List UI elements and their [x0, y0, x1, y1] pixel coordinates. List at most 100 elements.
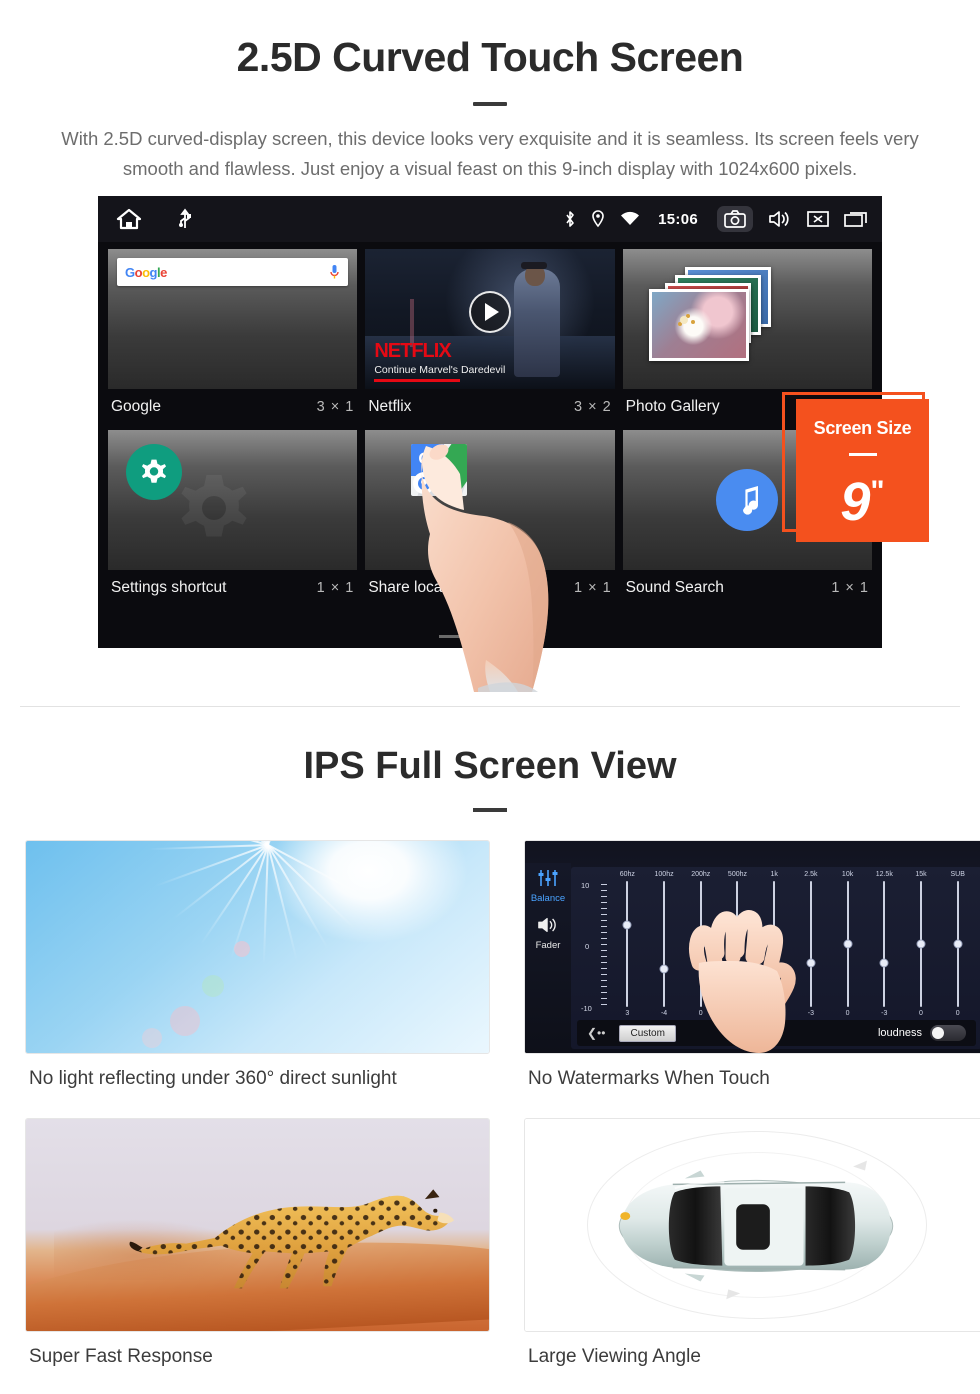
eq-band-knob[interactable]	[953, 939, 963, 949]
eq-band-knob[interactable]	[879, 958, 889, 968]
widget-preview: G	[365, 430, 615, 570]
feature-tiles-grid: No light reflecting under 360° direct su…	[25, 840, 980, 1388]
eq-band-value: 0	[955, 1010, 960, 1017]
loudness-toggle[interactable]	[930, 1025, 966, 1041]
widget-label: Photo Gallery	[625, 398, 720, 415]
eq-band-label: 200hz	[691, 871, 711, 878]
tile-caption: No Watermarks When Touch	[528, 1068, 770, 1089]
eq-band[interactable]: 100hz -4	[646, 871, 683, 1017]
eq-band-track[interactable]	[806, 881, 816, 1007]
scale-mid: 0	[585, 941, 590, 951]
eq-band-value: -4	[660, 1010, 668, 1017]
amplifier-sidebar: Balance Fader	[525, 863, 571, 1053]
eq-band-label: 60hz	[619, 871, 635, 878]
android-status-bar: 15:06	[98, 196, 882, 242]
head-unit-screen: 15:06 Google Google 3 × 1 NETFLIX Contin…	[98, 196, 882, 648]
speaker-icon	[537, 916, 559, 934]
music-note-icon	[716, 469, 779, 531]
volume-icon[interactable]	[768, 210, 792, 228]
eq-band[interactable]: 12.5k -3	[866, 871, 903, 1017]
wifi-icon	[620, 211, 640, 227]
feature-tile-fast-response: Super Fast Response	[25, 1118, 490, 1388]
eq-band-knob[interactable]	[916, 939, 926, 949]
sliders-icon	[537, 869, 559, 887]
eq-band-track[interactable]	[622, 881, 632, 1007]
eq-band-value: 3	[625, 1010, 630, 1017]
widget-item-netflix[interactable]: NETFLIX Continue Marvel's Daredevil Netf…	[361, 246, 618, 427]
widget-item-google[interactable]: Google Google 3 × 1	[104, 246, 361, 427]
fader-button[interactable]: Fader	[525, 916, 571, 951]
screen-size-badge: Screen Size 9"	[796, 399, 929, 542]
close-box-icon[interactable]	[807, 210, 829, 228]
widget-picker-grid: Google Google 3 × 1 NETFLIX Continue Mar…	[98, 242, 882, 608]
feature-tile-viewing-angle: Large Viewing Angle	[524, 1118, 980, 1388]
scale-top: 10	[581, 881, 590, 890]
running-cheetah-photo	[25, 1118, 490, 1332]
maps-g-letter: G	[418, 449, 432, 468]
loudness-label: loudness	[877, 1027, 922, 1039]
widget-preview	[622, 249, 872, 389]
eq-band[interactable]: SUB 0	[939, 871, 976, 1017]
eq-band-track[interactable]	[916, 881, 926, 1007]
page-dot[interactable]	[439, 635, 465, 638]
eq-band-track[interactable]	[953, 881, 963, 1007]
eq-band[interactable]: 60hz 3	[609, 871, 646, 1017]
page-dot-active[interactable]	[515, 635, 541, 638]
eq-band-knob[interactable]	[622, 920, 632, 930]
widget-label: Google	[111, 398, 161, 415]
widget-item-settings-shortcut[interactable]: Settings shortcut 1 × 1	[104, 427, 361, 608]
netflix-character-hat	[521, 261, 548, 269]
status-time: 15:06	[658, 210, 698, 228]
title-underline	[473, 102, 507, 106]
open-hand-illustration	[681, 901, 801, 1053]
equalizer-panel: 10 0 -10 60hz 3 100hz -4 200hz 0 500hz 0 1k 0 2.5k…	[571, 867, 980, 1053]
widget-label: Sound Search	[625, 579, 724, 596]
home-icon[interactable]	[116, 208, 142, 230]
eq-band-value: 0	[919, 1010, 923, 1017]
fader-label: Fader	[535, 940, 561, 951]
widget-size: 3 × 1	[316, 399, 355, 415]
badge-title: Screen Size	[813, 418, 912, 438]
badge-unit: "	[870, 475, 885, 508]
eq-band-label: 10k	[841, 871, 854, 878]
amplifier-equalizer-screenshot: Amplifier 17:33	[524, 840, 980, 1054]
recents-icon[interactable]	[844, 210, 868, 228]
eq-band[interactable]: 15k 0	[903, 871, 940, 1017]
widget-item-share-location[interactable]: G Share location 1 × 1	[361, 427, 618, 608]
balance-button[interactable]: Balance	[525, 869, 571, 904]
play-icon[interactable]	[468, 291, 511, 333]
eq-band-value: 0	[845, 1010, 850, 1017]
eq-band-track[interactable]	[843, 881, 853, 1007]
prev-arrow-icon[interactable]: ❮••	[587, 1026, 605, 1040]
netflix-brand: NETFLIX	[374, 340, 451, 362]
lens-flare	[234, 940, 251, 957]
camera-icon[interactable]	[717, 206, 753, 232]
eq-band-track[interactable]	[879, 881, 889, 1007]
preset-button[interactable]: Custom	[619, 1024, 676, 1042]
netflix-subtitle: Continue Marvel's Daredevil	[374, 364, 506, 376]
eq-band-knob[interactable]	[806, 958, 816, 968]
amplifier-screen: Amplifier 17:33	[525, 841, 980, 1053]
page-dot[interactable]	[477, 635, 503, 638]
eq-band-track[interactable]	[659, 881, 669, 1007]
curved-touch-screen-section: 2.5D Curved Touch Screen With 2.5D curve…	[0, 0, 980, 707]
cheetah-figure	[128, 1170, 471, 1306]
eq-band-value: -3	[807, 1010, 814, 1017]
widget-size: 3 × 2	[574, 399, 612, 415]
google-maps-icon: G	[411, 444, 468, 496]
widget-size: 1 × 1	[574, 580, 612, 596]
eq-band-value: -3	[881, 1010, 888, 1017]
scale-bottom: -10	[581, 1004, 592, 1013]
usb-icon	[178, 208, 192, 230]
eq-band-knob[interactable]	[659, 964, 669, 974]
widget-preview: NETFLIX Continue Marvel's Daredevil	[365, 249, 615, 389]
eq-band[interactable]: 10k 0	[829, 871, 866, 1017]
feature-tile-no-watermarks: Amplifier 17:33	[524, 840, 980, 1110]
gear-icon	[126, 444, 182, 500]
widget-label: Share location	[368, 579, 468, 596]
netflix-widget: NETFLIX Continue Marvel's Daredevil	[365, 249, 615, 389]
section-divider	[20, 706, 960, 707]
balance-label: Balance	[530, 893, 566, 904]
eq-band-knob[interactable]	[843, 939, 853, 949]
amplifier-body: Balance Fader 10 0 -10 60hz 3 100hz -4 2…	[525, 863, 980, 1053]
